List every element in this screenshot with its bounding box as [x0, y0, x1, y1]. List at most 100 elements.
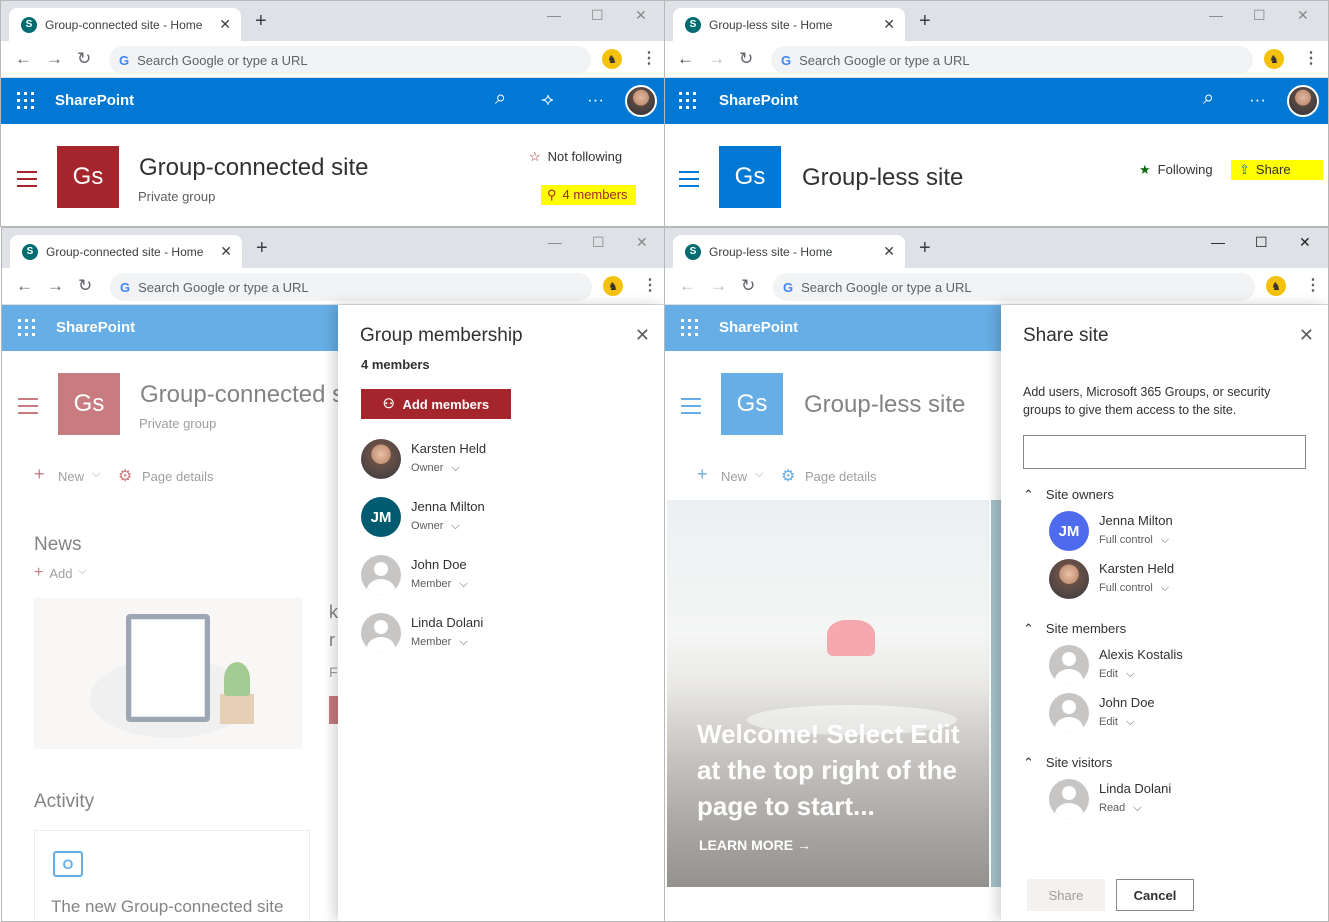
extension-icon[interactable]: ♞: [603, 276, 623, 296]
browser-tab[interactable]: S Group-connected site - Home ✕: [10, 235, 242, 268]
close-window-button[interactable]: ✕: [1299, 234, 1311, 251]
forward-button[interactable]: →: [710, 276, 727, 296]
share-button[interactable]: ⇪ Share: [1231, 160, 1323, 180]
search-icon[interactable]: ⌕: [495, 87, 506, 110]
app-launcher-icon[interactable]: [17, 92, 34, 109]
user-avatar[interactable]: [1287, 85, 1319, 117]
role-dropdown[interactable]: Read ⌵: [1099, 802, 1142, 815]
follow-button[interactable]: ☆ Not following: [529, 149, 622, 165]
role-dropdown[interactable]: Full control ⌵: [1099, 582, 1169, 595]
omnibox-placeholder: Search Google or type a URL: [137, 52, 308, 68]
minimize-button[interactable]: —: [548, 234, 562, 250]
back-button[interactable]: ←: [16, 276, 33, 296]
close-tab-icon[interactable]: ✕: [220, 243, 232, 260]
browser-menu-icon[interactable]: ⋮: [1303, 48, 1319, 68]
close-icon[interactable]: ✕: [635, 325, 650, 346]
member-row[interactable]: Karsten Held Owner ⌵: [361, 439, 621, 483]
forward-button[interactable]: →: [46, 49, 63, 69]
browser-tab[interactable]: S Group-less site - Home ✕: [673, 235, 905, 268]
site-title[interactable]: Group-less site: [802, 164, 963, 192]
sharepoint-brand[interactable]: SharePoint: [55, 92, 134, 109]
member-row[interactable]: JM Jenna Milton Owner ⌵: [361, 497, 621, 541]
reload-button[interactable]: ↻: [741, 276, 755, 296]
add-members-button[interactable]: ⚇ Add members: [361, 389, 511, 419]
close-tab-icon[interactable]: ✕: [883, 16, 895, 33]
close-window-button[interactable]: ✕: [635, 7, 647, 24]
new-tab-button[interactable]: +: [919, 237, 931, 260]
cancel-button[interactable]: Cancel: [1116, 879, 1194, 911]
close-tab-icon[interactable]: ✕: [219, 16, 231, 33]
site-logo[interactable]: Gs: [719, 146, 781, 208]
extension-icon[interactable]: ♞: [1266, 276, 1286, 296]
role-dropdown[interactable]: Full control ⌵: [1099, 534, 1169, 547]
member-row[interactable]: Alexis Kostalis Edit ⌵: [1049, 645, 1309, 689]
back-button[interactable]: ←: [677, 49, 694, 69]
browser-menu-icon[interactable]: ⋮: [641, 48, 657, 68]
role-dropdown[interactable]: Member ⌵: [411, 578, 468, 591]
member-row[interactable]: JM Jenna Milton Full control ⌵: [1049, 511, 1309, 555]
role-dropdown[interactable]: Owner ⌵: [411, 520, 460, 533]
role-dropdown[interactable]: Edit ⌵: [1099, 716, 1134, 729]
forward-button[interactable]: →: [47, 276, 64, 296]
sharepoint-favicon-icon: S: [685, 16, 701, 33]
extension-icon[interactable]: ♞: [1264, 49, 1284, 69]
member-row[interactable]: Linda Dolani Read ⌵: [1049, 779, 1309, 823]
omnibox[interactable]: G Search Google or type a URL: [771, 46, 1253, 74]
role-dropdown[interactable]: Edit ⌵: [1099, 668, 1134, 681]
new-tab-button[interactable]: +: [919, 10, 931, 33]
permission-section-header[interactable]: ⌃ Site members: [1023, 621, 1126, 637]
role-dropdown[interactable]: Member ⌵: [411, 636, 468, 649]
maximize-button[interactable]: ☐: [1253, 7, 1266, 24]
close-tab-icon[interactable]: ✕: [883, 243, 895, 260]
site-logo[interactable]: Gs: [57, 146, 119, 208]
reload-button[interactable]: ↻: [78, 276, 92, 296]
more-icon[interactable]: ···: [1249, 90, 1266, 110]
minimize-button[interactable]: —: [1211, 234, 1225, 250]
permission-section-header[interactable]: ⌃ Site owners: [1023, 487, 1114, 503]
minimize-button[interactable]: —: [1209, 7, 1223, 23]
omnibox[interactable]: G Search Google or type a URL: [110, 273, 592, 301]
site-title[interactable]: Group-connected site: [139, 154, 368, 182]
reload-button[interactable]: ↻: [739, 49, 753, 69]
window-top-left: S Group-connected site - Home ✕ + — ☐ ✕ …: [0, 0, 665, 227]
permission-section-header[interactable]: ⌃ Site visitors: [1023, 755, 1112, 771]
close-window-button[interactable]: ✕: [1297, 7, 1309, 24]
close-icon[interactable]: ✕: [1299, 325, 1314, 346]
omnibox[interactable]: G Search Google or type a URL: [109, 46, 591, 74]
browser-menu-icon[interactable]: ⋮: [1305, 275, 1321, 295]
browser-tab[interactable]: S Group-less site - Home ✕: [673, 8, 905, 41]
back-button[interactable]: ←: [15, 49, 32, 69]
omnibox[interactable]: G Search Google or type a URL: [773, 273, 1255, 301]
member-row[interactable]: John Doe Member ⌵: [361, 555, 621, 599]
close-window-button[interactable]: ✕: [636, 234, 648, 251]
member-row[interactable]: Linda Dolani Member ⌵: [361, 613, 621, 657]
maximize-button[interactable]: ☐: [1255, 234, 1268, 251]
share-button[interactable]: Share: [1027, 879, 1105, 911]
maximize-button[interactable]: ☐: [592, 234, 605, 251]
back-button[interactable]: ←: [679, 276, 696, 296]
megaphone-icon[interactable]: ⟢: [541, 90, 554, 110]
search-icon[interactable]: ⌕: [1203, 87, 1214, 110]
hamburger-icon[interactable]: [17, 171, 37, 187]
forward-button[interactable]: →: [708, 49, 725, 69]
member-row[interactable]: Karsten Held Full control ⌵: [1049, 559, 1309, 603]
app-launcher-icon[interactable]: [679, 92, 696, 109]
new-tab-button[interactable]: +: [255, 10, 267, 33]
user-avatar[interactable]: [625, 85, 657, 117]
people-picker-input[interactable]: [1023, 435, 1306, 469]
chevron-down-icon: ⌵: [1160, 534, 1170, 546]
browser-tab[interactable]: S Group-connected site - Home ✕: [9, 8, 241, 41]
new-tab-button[interactable]: +: [256, 237, 268, 260]
extension-icon[interactable]: ♞: [602, 49, 622, 69]
hamburger-icon[interactable]: [679, 171, 699, 187]
maximize-button[interactable]: ☐: [591, 7, 604, 24]
role-dropdown[interactable]: Owner ⌵: [411, 462, 460, 475]
sharepoint-brand[interactable]: SharePoint: [719, 92, 798, 109]
follow-button[interactable]: ★ Following: [1139, 162, 1213, 178]
member-row[interactable]: John Doe Edit ⌵: [1049, 693, 1309, 737]
more-icon[interactable]: ···: [587, 90, 604, 110]
members-button[interactable]: ⚲ 4 members: [541, 185, 636, 205]
browser-menu-icon[interactable]: ⋮: [642, 275, 658, 295]
minimize-button[interactable]: —: [547, 7, 561, 23]
reload-button[interactable]: ↻: [77, 49, 91, 69]
